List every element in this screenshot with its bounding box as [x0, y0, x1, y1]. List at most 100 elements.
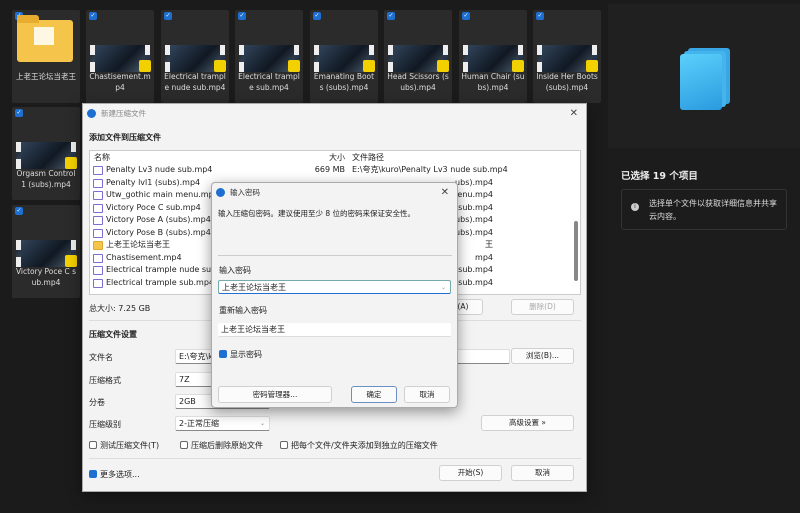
- file-tile[interactable]: ✓ Electrical trample nude sub.mp4: [161, 10, 229, 103]
- cancel-button[interactable]: 取消: [511, 465, 574, 481]
- checkbox-checked-icon[interactable]: ✓: [462, 12, 470, 20]
- password-input[interactable]: 上老王论坛当老王 ⌄: [218, 280, 451, 294]
- advanced-settings-button[interactable]: 高级设置 »: [481, 415, 574, 431]
- player-badge-icon: [512, 60, 524, 72]
- start-button[interactable]: 开始(S): [439, 465, 502, 481]
- info-text: 选择单个文件以获取详细信息并共享云内容。: [649, 199, 777, 221]
- file-tile[interactable]: ✓上老王论坛当老王: [12, 10, 80, 103]
- details-pane: 已选择 19 个项目 i 选择单个文件以获取详细信息并共享云内容。: [608, 4, 800, 513]
- file-tile[interactable]: ✓ Human Chair (subs).mp4: [459, 10, 527, 103]
- player-badge-icon: [65, 157, 77, 169]
- column-path[interactable]: 文件路径: [352, 152, 384, 165]
- cancel-button[interactable]: 取消: [404, 386, 450, 403]
- video-file-icon: [93, 278, 103, 288]
- file-row[interactable]: Penalty Lv3 nude sub.mp4 669 MB E:\夸克\kuro…: [90, 164, 580, 177]
- more-options-checkbox[interactable]: 更多选项...: [89, 469, 140, 480]
- file-name: Utw_gothic main menu.mp4: [106, 190, 219, 199]
- password-dialog: 输入密码 ✕ 输入压缩包密码。建议使用至少 8 位的密码来保证安全性。 输入密码 …: [211, 182, 458, 408]
- file-name: Emanating Boots (subs).mp4: [313, 72, 375, 92]
- file-name: Victory Poce C sub.mp4: [15, 267, 77, 287]
- separate-archives-checkbox[interactable]: 把每个文件/文件夹添加到独立的压缩文件: [280, 440, 438, 451]
- player-badge-icon: [288, 60, 300, 72]
- delete-button[interactable]: 删除(D): [511, 299, 574, 315]
- file-name: Electrical trample nude sub.mp4: [164, 72, 226, 92]
- video-file-icon: [93, 266, 103, 275]
- player-badge-icon: [65, 255, 77, 267]
- checkbox-checked-icon: [89, 470, 97, 478]
- dialog-title: 新建压缩文件: [101, 109, 146, 118]
- section-add-heading: 添加文件到压缩文件: [89, 133, 161, 142]
- player-badge-icon: [586, 60, 598, 72]
- video-file-icon: [93, 253, 103, 263]
- show-password-label: 显示密码: [230, 350, 262, 359]
- filename-label: 文件名: [89, 353, 113, 362]
- file-name: Victory Poce C sub.mp4: [106, 202, 201, 212]
- checkbox-icon: [280, 441, 288, 449]
- column-name[interactable]: 名称: [94, 152, 110, 165]
- file-tile[interactable]: ✓ Chastisement.mp4: [86, 10, 154, 103]
- reenter-password-input[interactable]: 上老王论坛当老王: [218, 323, 451, 337]
- app-icon: [216, 188, 225, 197]
- file-tile[interactable]: ✓ Electrical trample sub.mp4: [235, 10, 303, 103]
- selection-count: 已选择 19 个项目: [621, 171, 698, 182]
- file-tile[interactable]: ✓ Orgasm Control 1 (subs).mp4: [12, 107, 80, 200]
- password-label: 输入密码: [219, 266, 251, 275]
- chevron-down-icon[interactable]: ⌄: [441, 281, 446, 293]
- checkbox-checked-icon[interactable]: ✓: [387, 12, 395, 20]
- info-icon: i: [631, 203, 639, 211]
- file-name: Orgasm Control 1 (subs).mp4: [16, 169, 76, 189]
- level-select[interactable]: 2-正常压缩 ⌄: [175, 416, 270, 431]
- player-badge-icon: [437, 60, 449, 72]
- format-label: 压缩格式: [89, 376, 121, 385]
- file-name: Chastisement.mp4: [106, 252, 182, 262]
- level-label: 压缩级别: [89, 420, 121, 429]
- file-tile[interactable]: ✓ Inside Her Boots (subs).mp4: [533, 10, 601, 103]
- checkbox-checked-icon[interactable]: ✓: [238, 12, 246, 20]
- file-tile[interactable]: ✓ Victory Poce C sub.mp4: [12, 205, 80, 298]
- info-box: i 选择单个文件以获取详细信息并共享云内容。: [621, 189, 787, 230]
- total-size: 总大小: 7.25 GB: [89, 304, 151, 313]
- file-name: Human Chair (subs).mp4: [461, 72, 525, 92]
- checkbox-checked-icon[interactable]: ✓: [89, 12, 97, 20]
- checkbox-checked-icon: [219, 350, 227, 358]
- file-name: Penalty Lv3 nude sub.mp4: [106, 165, 213, 174]
- file-tile[interactable]: ✓ Head Scissors (subs).mp4: [384, 10, 452, 103]
- file-size: 669 MB: [314, 165, 345, 174]
- checkbox-checked-icon[interactable]: ✓: [313, 12, 321, 20]
- checkbox-icon: [89, 441, 97, 449]
- test-label: 测试压缩文件(T): [100, 441, 160, 450]
- separate-label: 把每个文件/文件夹添加到独立的压缩文件: [291, 441, 438, 450]
- folder-icon: [17, 15, 73, 62]
- file-path: sub.mp4: [458, 202, 493, 212]
- folder-icon: [93, 241, 103, 250]
- video-file-icon: [93, 178, 103, 188]
- password-manager-button[interactable]: 密码管理器...: [218, 386, 332, 403]
- close-icon[interactable]: ✕: [570, 104, 578, 124]
- file-name: Chastisement.mp4: [89, 72, 151, 92]
- ok-button[interactable]: 确定: [351, 386, 397, 403]
- split-label: 分卷: [89, 398, 105, 407]
- close-icon[interactable]: ✕: [441, 183, 449, 203]
- show-password-checkbox[interactable]: 显示密码: [219, 349, 262, 360]
- video-file-icon: [93, 166, 103, 175]
- checkbox-checked-icon[interactable]: ✓: [15, 109, 23, 117]
- video-file-icon: [93, 216, 103, 225]
- scrollbar[interactable]: [574, 221, 578, 281]
- file-name: Inside Her Boots (subs).mp4: [536, 72, 598, 92]
- checkbox-checked-icon[interactable]: ✓: [15, 207, 23, 215]
- chevron-down-icon: ⌄: [259, 420, 265, 427]
- browse-button[interactable]: 浏览(B)...: [511, 348, 574, 364]
- video-file-icon: [93, 228, 103, 238]
- player-badge-icon: [214, 60, 226, 72]
- checkbox-checked-icon[interactable]: ✓: [536, 12, 544, 20]
- file-path: mp4: [475, 252, 493, 262]
- reenter-label: 重新输入密码: [219, 306, 267, 315]
- column-size[interactable]: 大小: [329, 152, 345, 165]
- delete-after-checkbox[interactable]: 压缩后删除原始文件: [180, 440, 263, 451]
- file-tile[interactable]: ✓ Emanating Boots (subs).mp4: [310, 10, 378, 103]
- checkbox-checked-icon[interactable]: ✓: [164, 12, 172, 20]
- delete-after-label: 压缩后删除原始文件: [191, 441, 263, 450]
- test-checkbox[interactable]: 测试压缩文件(T): [89, 440, 159, 451]
- level-value: 2-正常压缩: [179, 419, 219, 428]
- more-options-label: 更多选项...: [100, 470, 140, 479]
